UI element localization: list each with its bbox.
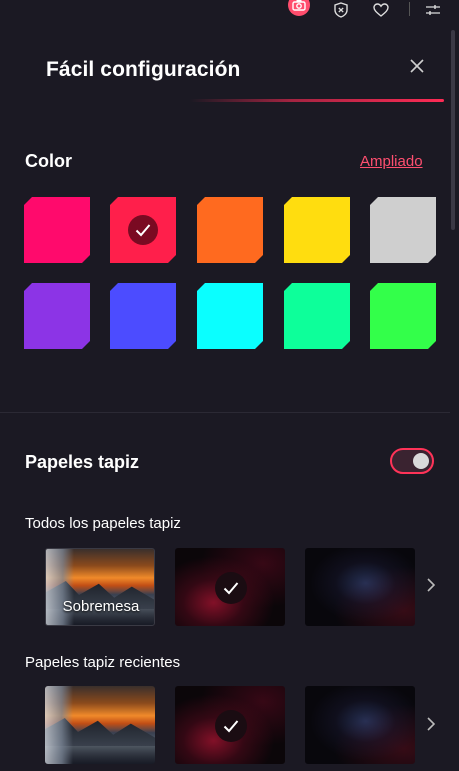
heart-icon[interactable] <box>370 0 392 20</box>
wallpaper-thumbnail[interactable] <box>305 548 415 626</box>
all-wallpapers-label: Todos los papeles tapiz <box>25 515 181 532</box>
color-swatch[interactable] <box>284 197 350 263</box>
recent-wallpapers-label: Papeles tapiz recientes <box>25 654 181 671</box>
checkmark-icon <box>215 710 247 742</box>
scrollbar-thumb[interactable] <box>451 30 455 230</box>
color-swatch[interactable] <box>370 197 436 263</box>
color-section-label: Color <box>25 151 72 171</box>
color-swatch[interactable] <box>24 197 90 263</box>
recent-wallpapers-next-chevron-icon[interactable] <box>424 714 438 734</box>
color-swatch[interactable] <box>197 283 263 349</box>
top-toolbar <box>0 0 459 20</box>
wallpapers-section-label: Papeles tapiz <box>25 452 140 472</box>
checkmark-icon <box>215 572 247 604</box>
color-swatch[interactable] <box>197 197 263 263</box>
scrollbar[interactable] <box>450 20 456 770</box>
wallpaper-thumbnail[interactable]: Sobremesa <box>45 548 155 626</box>
color-swatch[interactable] <box>110 197 176 263</box>
all-wallpapers-next-chevron-icon[interactable] <box>424 575 438 595</box>
checkmark-icon <box>128 215 158 245</box>
wallpaper-caption: Sobremesa <box>62 598 140 615</box>
wallpaper-thumbnail[interactable] <box>175 548 285 626</box>
section-divider <box>0 412 450 413</box>
panel-title: Fácil configuración <box>46 58 241 81</box>
wallpapers-toggle[interactable] <box>390 448 434 474</box>
color-swatch[interactable] <box>24 283 90 349</box>
toolbar-divider <box>409 2 410 16</box>
close-icon[interactable] <box>405 54 429 78</box>
expand-link[interactable]: Ampliado <box>360 153 423 170</box>
color-swatch[interactable] <box>110 283 176 349</box>
settings-sliders-icon[interactable] <box>422 0 444 20</box>
wallpaper-thumbnail[interactable] <box>45 686 155 764</box>
color-swatch[interactable] <box>370 283 436 349</box>
title-underline <box>190 99 444 102</box>
color-swatch[interactable] <box>284 283 350 349</box>
wallpaper-rocks <box>45 686 73 764</box>
shield-icon[interactable] <box>330 0 352 20</box>
toggle-knob <box>413 453 429 469</box>
camera-icon[interactable] <box>288 0 310 20</box>
wallpaper-thumbnail[interactable] <box>305 686 415 764</box>
wallpaper-thumbnail[interactable] <box>175 686 285 764</box>
